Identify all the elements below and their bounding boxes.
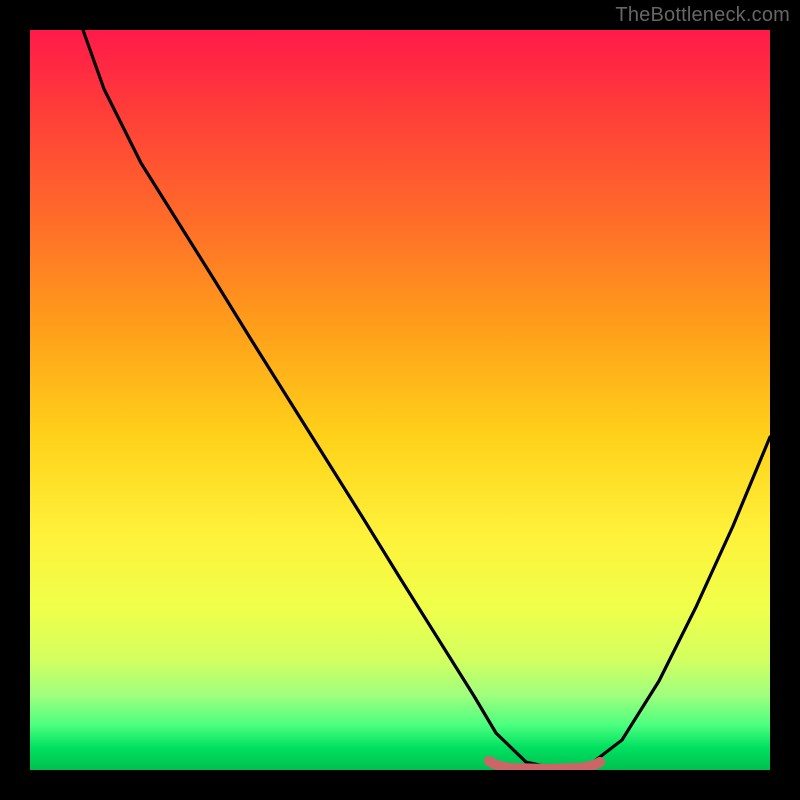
watermark-label: TheBottleneck.com (615, 4, 790, 27)
marker-dot-right (595, 757, 605, 767)
marker-dot-left (484, 756, 494, 766)
optimal-range-marker (489, 761, 600, 769)
bottleneck-curve (83, 30, 770, 768)
plot-area (30, 30, 770, 770)
chart-root: { "watermark": "TheBottleneck.com", "cha… (0, 0, 800, 800)
curve-layer (30, 30, 770, 770)
